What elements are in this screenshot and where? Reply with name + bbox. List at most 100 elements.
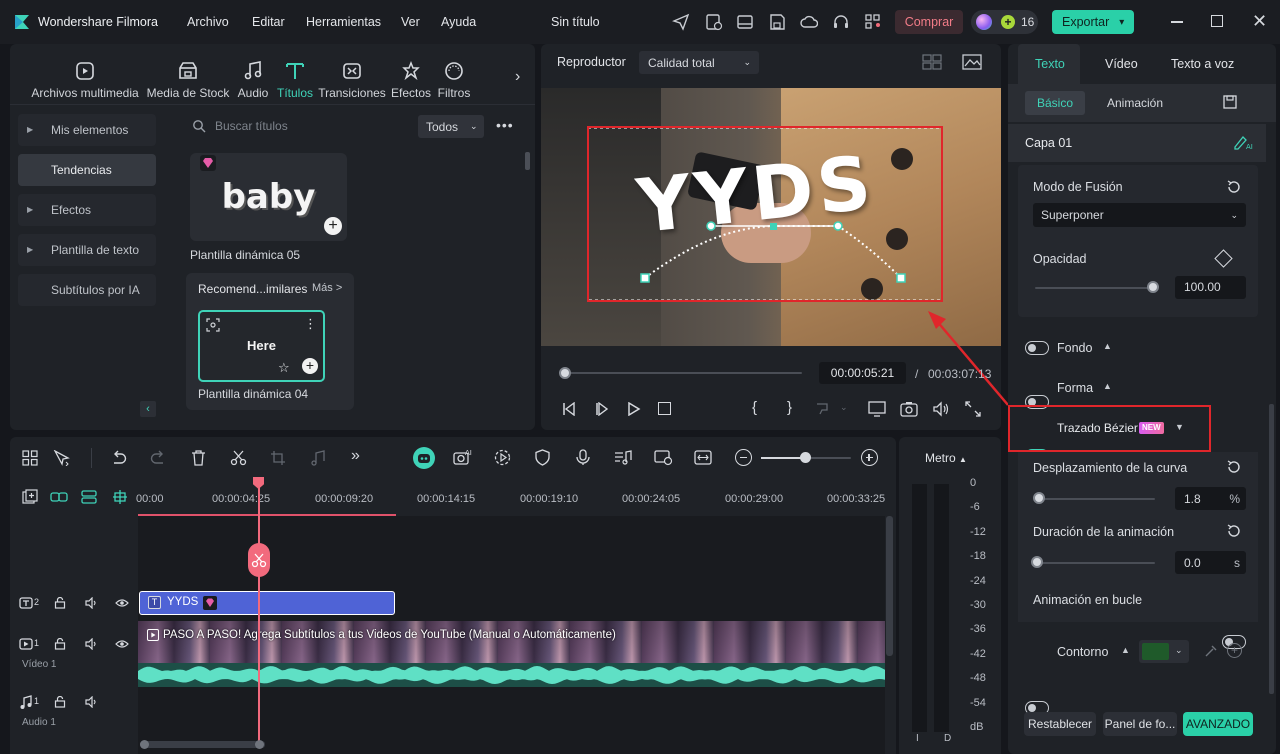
video-clip[interactable]: PASO A PASO! Agrega Subtítulos a tus Vid… bbox=[138, 621, 885, 663]
headset-icon[interactable] bbox=[832, 13, 850, 31]
tab-stock[interactable]: Media de Stock bbox=[146, 60, 230, 100]
minimize-icon[interactable] bbox=[1171, 21, 1183, 23]
zoom-in-icon[interactable] bbox=[861, 449, 878, 466]
save-icon[interactable] bbox=[768, 13, 786, 31]
inspector-scrollbar[interactable] bbox=[1269, 404, 1274, 694]
lock-icon[interactable] bbox=[54, 696, 66, 708]
tab-filters[interactable]: Filtros bbox=[436, 60, 472, 100]
scene-detect-icon[interactable] bbox=[654, 449, 673, 466]
opacity-knob[interactable] bbox=[1147, 281, 1159, 293]
speed-icon[interactable] bbox=[494, 449, 511, 466]
zoom-knob[interactable] bbox=[800, 452, 811, 463]
template-card-05[interactable]: baby + bbox=[190, 153, 347, 241]
track-list-icon[interactable] bbox=[80, 489, 98, 505]
link-icon[interactable] bbox=[50, 489, 68, 505]
sidebar-item-plantilla[interactable]: ▶ Plantilla de texto bbox=[18, 234, 156, 266]
snap-icon[interactable] bbox=[112, 489, 128, 505]
mute-icon[interactable] bbox=[85, 597, 99, 609]
template-card-04[interactable]: ⋮ Here ☆ + bbox=[198, 310, 325, 382]
insert-icon[interactable] bbox=[815, 402, 831, 416]
timeline-vscroll[interactable] bbox=[886, 516, 893, 656]
blend-mode-dropdown[interactable]: Superponer ⌄ bbox=[1033, 203, 1246, 227]
crop-icon[interactable] bbox=[270, 450, 286, 466]
tab-effects[interactable]: Efectos bbox=[390, 60, 432, 100]
chevron-up-icon[interactable]: ▲ bbox=[1121, 645, 1130, 655]
image-icon[interactable] bbox=[962, 54, 982, 70]
font-panel-button[interactable]: Panel de fo... bbox=[1103, 712, 1177, 736]
curve-offset-slider[interactable] bbox=[1037, 498, 1155, 500]
tab-titles[interactable]: Títulos bbox=[276, 60, 314, 100]
menu-herramientas[interactable]: Herramientas bbox=[306, 15, 381, 29]
undo-icon[interactable] bbox=[110, 450, 127, 466]
layout-grid-icon[interactable] bbox=[22, 450, 38, 466]
prev-frame-icon[interactable] bbox=[562, 402, 576, 416]
grid-view-icon[interactable] bbox=[922, 54, 942, 70]
cloud-icon[interactable] bbox=[800, 13, 818, 31]
reset-icon[interactable] bbox=[1226, 179, 1242, 195]
menu-archivo[interactable]: Archivo bbox=[187, 15, 229, 29]
menu-editar[interactable]: Editar bbox=[252, 15, 285, 29]
add-track-icon[interactable] bbox=[22, 489, 38, 505]
audio-waveform[interactable] bbox=[138, 663, 885, 687]
duration-field[interactable]: 0.0 s bbox=[1175, 551, 1246, 574]
sidebar-item-efectos[interactable]: ▶ Efectos bbox=[18, 194, 156, 226]
sidebar-item-tendencias[interactable]: Tendencias bbox=[18, 154, 156, 186]
sidebar-item-subtitulos[interactable]: Subtítulos por IA bbox=[18, 274, 156, 306]
buy-button[interactable]: Comprar bbox=[895, 10, 963, 34]
playhead-knob[interactable] bbox=[558, 367, 571, 379]
subtab-basico[interactable]: Básico bbox=[1025, 91, 1085, 115]
current-time[interactable]: 00:00:05:21 bbox=[819, 362, 906, 384]
credits-pill[interactable]: + 16 bbox=[971, 10, 1038, 34]
mute-icon[interactable] bbox=[85, 696, 99, 708]
auto-reframe-icon[interactable]: AI bbox=[453, 449, 472, 466]
tab-texto[interactable]: Texto bbox=[1035, 57, 1065, 71]
ai-pen-icon[interactable]: AI bbox=[1233, 134, 1253, 150]
playback-progress[interactable] bbox=[560, 372, 802, 374]
history-icon[interactable] bbox=[705, 13, 723, 31]
contour-color-picker[interactable]: ⌄ bbox=[1139, 640, 1189, 663]
shield-icon[interactable] bbox=[535, 449, 550, 466]
reset-icon[interactable] bbox=[1226, 523, 1242, 539]
advanced-button[interactable]: AVANZADO bbox=[1183, 712, 1253, 736]
fullscreen-icon[interactable] bbox=[965, 401, 981, 417]
scissors-icon[interactable] bbox=[230, 450, 247, 466]
add-color-icon[interactable]: + bbox=[1227, 643, 1242, 658]
duration-slider[interactable] bbox=[1037, 562, 1155, 564]
tab-video[interactable]: Vídeo bbox=[1105, 57, 1138, 71]
fit-timeline-icon[interactable] bbox=[694, 449, 712, 466]
tab-texto-a-voz[interactable]: Texto a voz bbox=[1171, 57, 1234, 71]
mark-in-icon[interactable]: { bbox=[752, 399, 757, 416]
opacity-value[interactable]: 100.00 bbox=[1175, 276, 1246, 299]
favorite-star-icon[interactable]: ☆ bbox=[278, 360, 290, 376]
chevron-up-icon[interactable]: ▲ bbox=[1103, 381, 1112, 391]
save-preset-icon[interactable] bbox=[1222, 94, 1238, 110]
reset-button[interactable]: Restablecer bbox=[1024, 712, 1096, 736]
more-tools-icon[interactable]: » bbox=[351, 447, 360, 465]
ai-robot-icon[interactable] bbox=[413, 447, 435, 469]
lock-icon[interactable] bbox=[54, 597, 66, 609]
fondo-toggle[interactable] bbox=[1025, 341, 1049, 355]
quality-dropdown[interactable]: Calidad total ⌄ bbox=[639, 51, 759, 74]
scroll-handle[interactable] bbox=[255, 740, 264, 749]
meter-title[interactable]: Metro ▲ bbox=[925, 451, 967, 465]
audio-mix-icon[interactable] bbox=[614, 449, 632, 466]
tabs-next-icon[interactable]: › bbox=[515, 68, 520, 86]
microphone-icon[interactable] bbox=[576, 449, 590, 466]
mark-out-icon[interactable]: } bbox=[787, 399, 792, 416]
audio-stretch-icon[interactable] bbox=[310, 450, 327, 466]
tab-transitions[interactable]: Transiciones bbox=[318, 60, 386, 100]
filter-dropdown[interactable]: Todos ⌄ bbox=[418, 115, 484, 138]
close-icon[interactable]: ✕ bbox=[1252, 12, 1267, 30]
scroll-handle[interactable] bbox=[140, 740, 149, 749]
snapshot-icon[interactable] bbox=[900, 401, 918, 417]
layout-icon[interactable] bbox=[736, 13, 754, 31]
zoom-out-icon[interactable] bbox=[735, 449, 752, 466]
mute-icon[interactable] bbox=[85, 638, 99, 650]
playhead-line[interactable] bbox=[258, 477, 260, 747]
tab-audio[interactable]: Audio bbox=[234, 60, 272, 100]
eyedropper-icon[interactable] bbox=[1204, 644, 1218, 658]
redo-icon[interactable] bbox=[150, 450, 167, 466]
send-icon[interactable] bbox=[672, 13, 690, 31]
timeline-ruler[interactable]: 00:00 00:00:04:25 00:00:09:20 00:00:14:1… bbox=[136, 484, 888, 516]
display-icon[interactable] bbox=[868, 401, 886, 417]
